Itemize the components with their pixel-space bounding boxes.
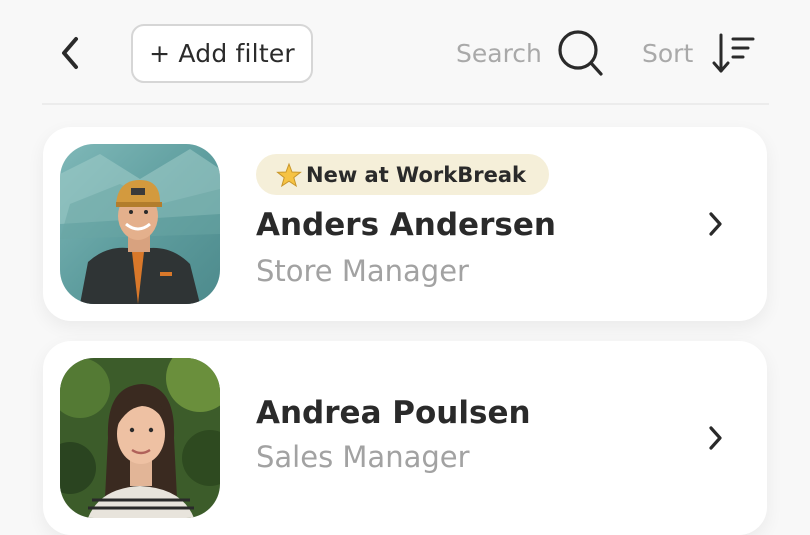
person-role: Store Manager (256, 254, 469, 288)
back-button[interactable] (50, 30, 90, 76)
search-label: Search (456, 38, 542, 68)
add-filter-label: + Add filter (149, 39, 295, 68)
toolbar-divider (42, 103, 769, 105)
chevron-right-icon (703, 209, 727, 239)
add-filter-button[interactable]: + Add filter (131, 24, 313, 83)
toolbar: + Add filter Search Sort (0, 0, 810, 104)
chevron-right-icon (703, 423, 727, 453)
search-button[interactable]: Search (456, 26, 606, 80)
star-icon (276, 162, 302, 187)
avatar-photo (60, 358, 220, 518)
sort-icon (712, 33, 755, 73)
person-role: Sales Manager (256, 440, 470, 474)
search-icon (558, 30, 603, 76)
avatar-photo (60, 144, 220, 304)
sort-label: Sort (642, 38, 694, 68)
person-name: Andrea Poulsen (256, 395, 531, 431)
new-badge: New at WorkBreak (256, 154, 549, 195)
sort-button[interactable]: Sort (642, 26, 757, 80)
chevron-left-icon (62, 37, 78, 69)
person-card[interactable]: New at WorkBreak Anders Andersen Store M… (43, 127, 767, 321)
person-name: Anders Andersen (256, 207, 556, 243)
person-card[interactable]: Andrea Poulsen Sales Manager (43, 341, 767, 535)
badge-label: New at WorkBreak (306, 162, 526, 187)
